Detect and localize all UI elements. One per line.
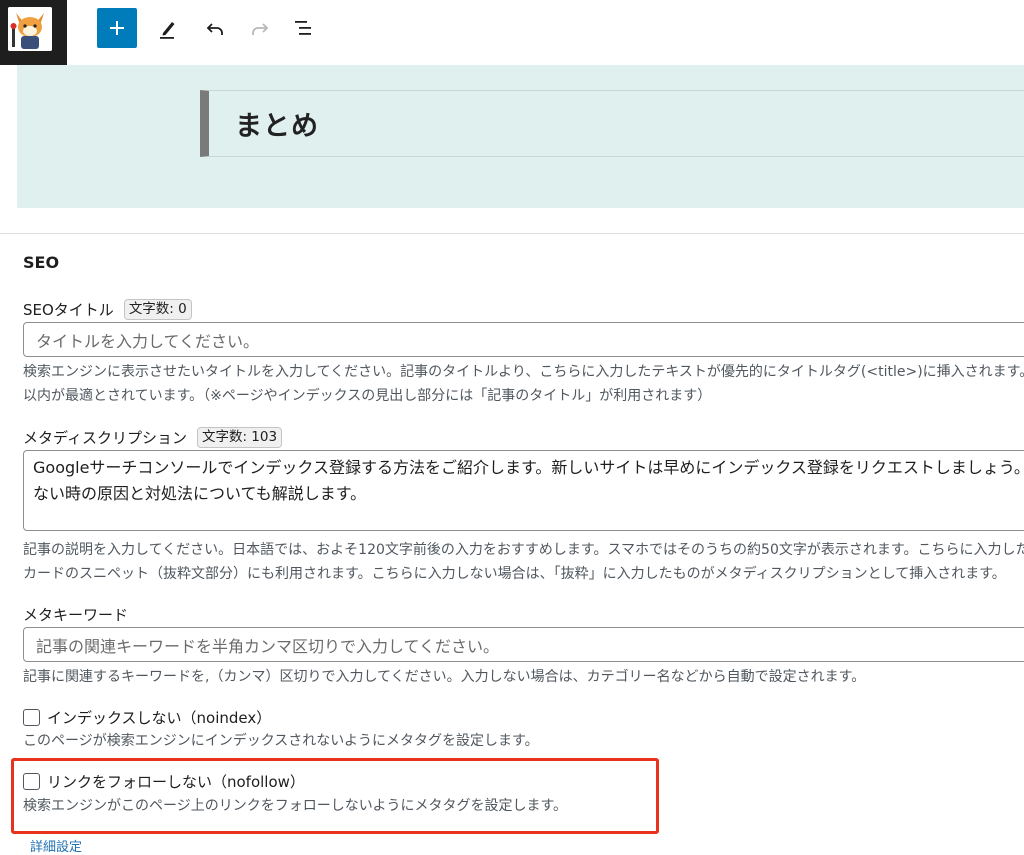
meta-description-textarea[interactable]: Googleサーチコンソールでインデックス登録する方法をご紹介します。新しいサイ… [23, 450, 1024, 531]
meta-keyword-label-row: メタキーワード [23, 604, 128, 625]
advanced-settings-link[interactable]: 詳細設定 [30, 836, 82, 855]
seo-title-help-line2: 以内が最適とされています。（※ページやインデックスの見出し部分には「記事のタイト… [23, 388, 712, 404]
noindex-option[interactable]: インデックスしない（noindex） [23, 707, 271, 728]
seo-title-placeholder: タイトルを入力してください。 [36, 331, 260, 351]
seo-title-char-count: 文字数: 0 [123, 299, 192, 320]
list-view-icon [292, 16, 316, 40]
add-block-button[interactable] [97, 8, 137, 48]
site-logo-button[interactable] [0, 0, 67, 65]
noindex-help: このページが検索エンジンにインデックスされないようにメタタグを設定します。 [23, 733, 539, 749]
meta-description-help-line2: カードのスニペット（抜粋文部分）にも利用されます。こちらに入力しない場合は、「抜… [23, 566, 1006, 582]
meta-keyword-placeholder: 記事の関連キーワードを半角カンマ区切りで入力してください。 [36, 636, 500, 656]
heading-text[interactable]: まとめ [235, 104, 319, 143]
meta-keyword-label: メタキーワード [23, 606, 129, 624]
fox-mascot-logo [8, 7, 52, 51]
meta-description-value-line2: ない時の原因と対処法についても解説します。 [33, 484, 367, 503]
nofollow-label[interactable]: リンクをフォローしない（nofollow） [47, 771, 305, 792]
meta-keyword-help: 記事に関連するキーワードを,（カンマ）区切りで入力してください。入力しない場合は… [23, 669, 866, 685]
list-view-button[interactable] [284, 8, 324, 48]
seo-title-label: SEOタイトル [23, 301, 114, 319]
meta-description-label-row: メタディスクリプション 文字数: 103 [23, 427, 283, 448]
seo-title-label-row: SEOタイトル 文字数: 0 [23, 299, 192, 320]
seo-title-help: 検索エンジンに表示させたいタイトルを入力してください。記事のタイトルより、こちら… [23, 360, 1024, 408]
pencil-icon [156, 16, 180, 40]
heading-block[interactable]: まとめ [200, 90, 1024, 157]
seo-section-title: SEO [23, 253, 60, 272]
redo-icon [248, 16, 272, 40]
tools-button[interactable] [148, 8, 188, 48]
editor-toolbar [0, 0, 1024, 65]
meta-description-char-count: 文字数: 103 [196, 427, 283, 448]
undo-button[interactable] [195, 8, 235, 48]
redo-button[interactable] [240, 8, 280, 48]
noindex-label[interactable]: インデックスしない（noindex） [47, 707, 271, 728]
nofollow-option[interactable]: リンクをフォローしない（nofollow） [23, 771, 305, 792]
plus-icon [107, 18, 127, 38]
meta-keyword-input[interactable]: 記事の関連キーワードを半角カンマ区切りで入力してください。 [23, 627, 1024, 662]
meta-description-value-line1: Googleサーチコンソールでインデックス登録する方法をご紹介します。新しいサイ… [33, 458, 1024, 477]
meta-description-help: 記事の説明を入力してください。日本語では、およそ120文字前後の入力をおすすめし… [23, 538, 1024, 586]
seo-title-help-line1: 検索エンジンに表示させたいタイトルを入力してください。記事のタイトルより、こちら… [23, 364, 1024, 380]
meta-description-help-line1: 記事の説明を入力してください。日本語では、およそ120文字前後の入力をおすすめし… [23, 542, 1024, 558]
divider [0, 233, 1024, 234]
undo-icon [203, 16, 227, 40]
noindex-checkbox[interactable] [23, 709, 40, 726]
seo-title-input[interactable]: タイトルを入力してください。 [23, 322, 1024, 357]
nofollow-help: 検索エンジンがこのページ上のリンクをフォローしないようにメタタグを設定します。 [23, 798, 568, 814]
nofollow-checkbox[interactable] [23, 773, 40, 790]
meta-description-label: メタディスクリプション [23, 429, 187, 447]
